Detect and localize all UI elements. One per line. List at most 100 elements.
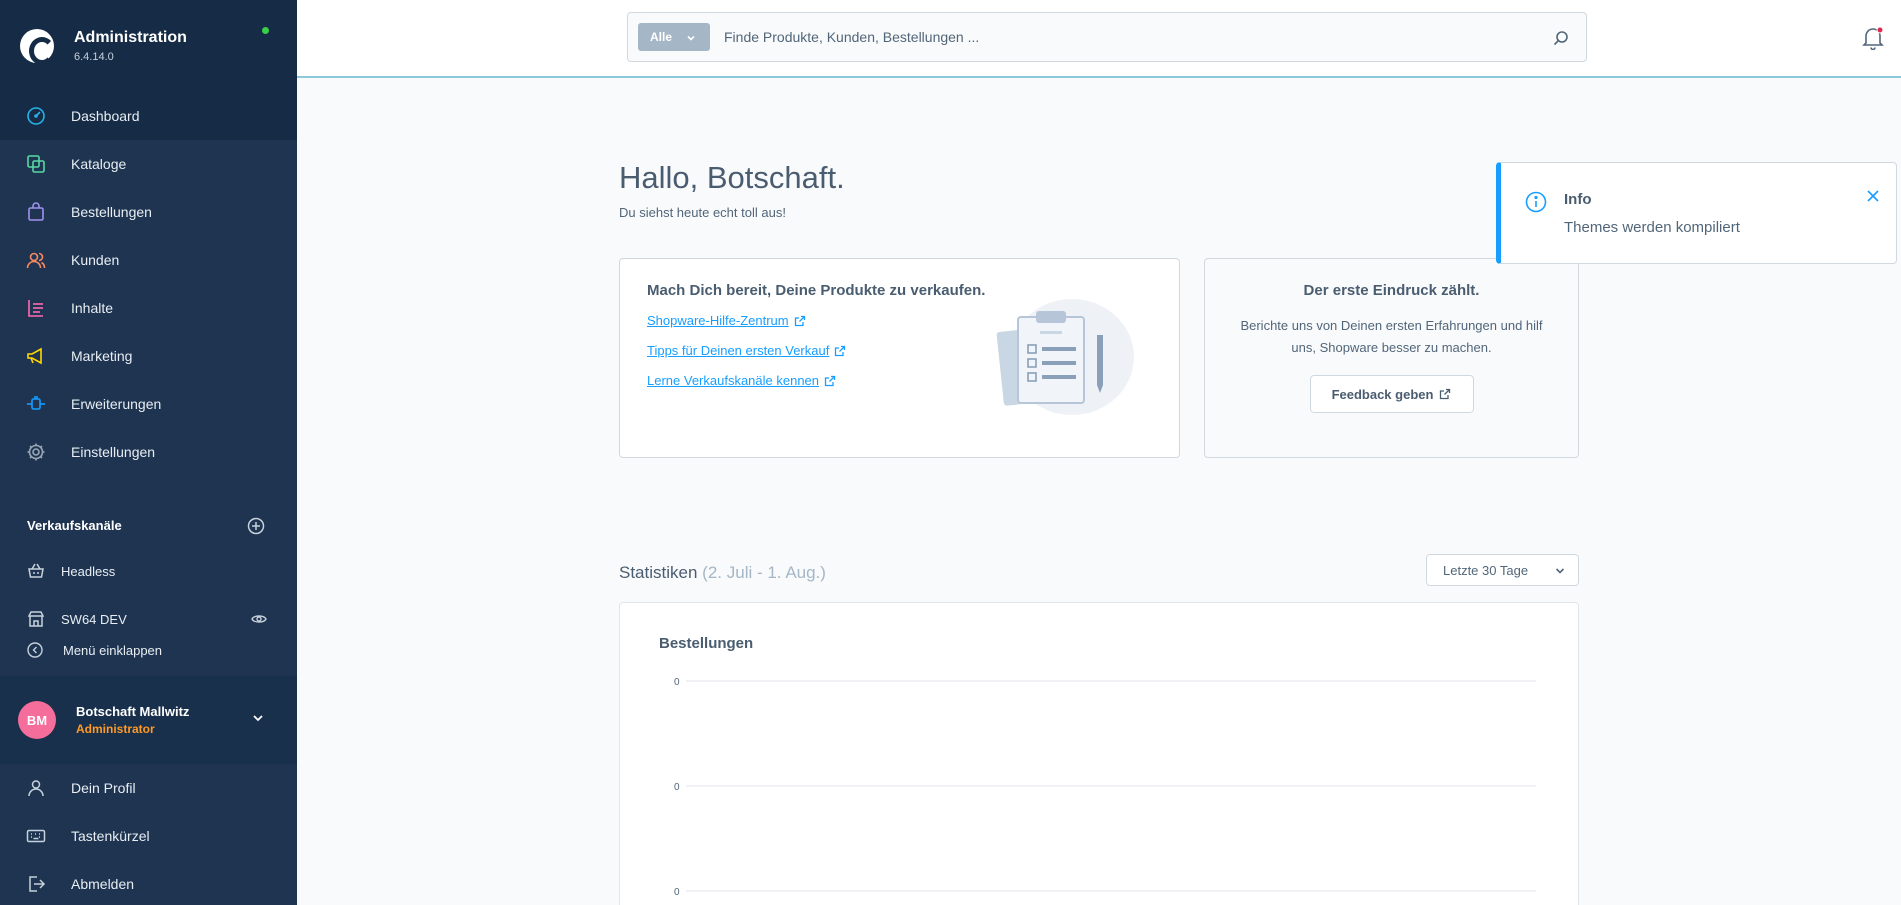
- sales-channels-heading: Verkaufskanäle: [27, 518, 122, 533]
- sidebar: Administration 6.4.14.0 Dashboard Katalo…: [0, 0, 297, 905]
- sidebar-item-label: Kunden: [71, 252, 120, 268]
- close-icon[interactable]: [1866, 189, 1880, 203]
- chart-y-tick-label: 0: [674, 677, 680, 688]
- sidebar-item-customers[interactable]: Kunden: [0, 236, 297, 284]
- basket-icon: [27, 562, 45, 580]
- date-range-value: Letzte 30 Tage: [1443, 562, 1529, 578]
- feedback-text: Berichte uns von Deinen ersten Erfahrung…: [1240, 318, 1543, 355]
- collapse-menu-label: Menü einklappen: [63, 642, 163, 658]
- logout-icon: [25, 873, 47, 895]
- settings-gear-icon: [25, 441, 47, 463]
- orders-bag-icon: [25, 201, 47, 223]
- sidebar-item-label: Dashboard: [71, 108, 140, 124]
- search-input[interactable]: [724, 29, 1524, 45]
- sidebar-item-label: Dein Profil: [71, 780, 136, 796]
- link-label: Shopware-Hilfe-Zentrum: [647, 313, 789, 328]
- sales-channel-label: Headless: [61, 563, 116, 579]
- search-icon[interactable]: [1552, 29, 1570, 47]
- sidebar-item-label: Abmelden: [71, 876, 135, 892]
- shopware-logo-icon[interactable]: [20, 29, 55, 65]
- notification-title: Info: [1564, 191, 1592, 208]
- add-sales-channel-icon[interactable]: [247, 517, 265, 535]
- sidebar-item-label: Einstellungen: [71, 444, 156, 460]
- sidebar-item-label: Tastenkürzel: [71, 828, 150, 844]
- sidebar-item-label: Marketing: [71, 348, 133, 364]
- user-name: Botschaft Mallwitz: [76, 704, 190, 719]
- sidebar-item-label: Bestellungen: [71, 204, 152, 220]
- sidebar-item-settings[interactable]: Einstellungen: [0, 428, 297, 476]
- sales-channel-headless[interactable]: Headless: [0, 551, 297, 591]
- orders-chart: 0 0 0: [674, 677, 1536, 898]
- feedback-title: Der erste Eindruck zählt.: [1303, 282, 1480, 299]
- page-subtitle: Du siehst heute echt toll aus!: [619, 205, 786, 220]
- feedback-card: Der erste Eindruck zählt. Berichte uns v…: [1204, 258, 1579, 458]
- statistics-heading: Statistiken (2. Juli - 1. Aug.): [619, 563, 826, 583]
- link-label: Tipps für Deinen ersten Verkauf: [647, 343, 830, 358]
- sidebar-item-extensions[interactable]: Erweiterungen: [0, 380, 297, 428]
- notification-message: Themes werden kompiliert: [1564, 219, 1740, 236]
- getting-started-card: Mach Dich bereit, Deine Produkte zu verk…: [619, 258, 1180, 458]
- extensions-plug-icon: [25, 393, 47, 415]
- sidebar-item-shortcuts[interactable]: Tastenkürzel: [0, 812, 297, 860]
- chevron-left-circle-icon: [27, 642, 43, 658]
- feedback-button-label: Feedback geben: [1331, 386, 1434, 402]
- storefront-icon: [27, 610, 45, 628]
- notification-bell-icon[interactable]: [1862, 26, 1884, 51]
- customers-icon: [25, 249, 47, 271]
- link-label: Lerne Verkaufskanäle kennen: [647, 373, 820, 388]
- external-link-icon: [824, 375, 836, 387]
- chevron-down-icon: [1554, 565, 1566, 577]
- page-title: Hallo, Botschaft.: [619, 160, 845, 195]
- orders-chart-title: Bestellungen: [659, 635, 754, 652]
- info-icon: [1525, 191, 1547, 213]
- sidebar-item-label: Erweiterungen: [71, 396, 162, 412]
- sidebar-item-dashboard[interactable]: Dashboard: [0, 92, 297, 140]
- sales-channels-link[interactable]: Lerne Verkaufskanäle kennen: [647, 373, 836, 388]
- user-role: Administrator: [76, 722, 155, 736]
- dashboard-icon: [25, 105, 47, 127]
- external-link-icon: [794, 315, 806, 327]
- sidebar-item-content[interactable]: Inhalte: [0, 284, 297, 332]
- app-version: 6.4.14.0: [74, 51, 114, 63]
- sidebar-item-marketing[interactable]: Marketing: [0, 332, 297, 380]
- content-icon: [25, 297, 47, 319]
- external-link-icon: [1439, 388, 1451, 400]
- external-link-icon: [834, 345, 846, 357]
- main-navigation: Dashboard Kataloge Bestellungen Kunden I…: [0, 92, 297, 476]
- sales-channel-sw64-dev[interactable]: SW64 DEV: [0, 599, 297, 639]
- sidebar-item-profile[interactable]: Dein Profil: [0, 764, 297, 812]
- marketing-megaphone-icon: [25, 345, 47, 367]
- keyboard-icon: [25, 825, 47, 847]
- sidebar-item-label: Kataloge: [71, 156, 127, 172]
- sales-channel-label: SW64 DEV: [61, 611, 127, 627]
- chevron-down-icon[interactable]: [251, 711, 265, 725]
- top-bar: Alle: [297, 0, 1901, 78]
- collapse-menu-button[interactable]: Menü einklappen: [0, 638, 297, 662]
- first-sale-tips-link[interactable]: Tipps für Deinen ersten Verkauf: [647, 343, 846, 358]
- online-status-dot: [262, 27, 269, 34]
- help-center-link[interactable]: Shopware-Hilfe-Zentrum: [647, 313, 806, 328]
- chart-y-tick-label: 0: [674, 782, 680, 793]
- user-menu[interactable]: BM Botschaft Mallwitz Administrator: [0, 676, 297, 764]
- info-notification: Info Themes werden kompiliert: [1496, 162, 1897, 264]
- statistics-date-range: (2. Juli - 1. Aug.): [702, 563, 826, 582]
- sidebar-item-catalog[interactable]: Kataloge: [0, 140, 297, 188]
- profile-icon: [25, 777, 47, 799]
- avatar: BM: [18, 701, 56, 739]
- sidebar-item-orders[interactable]: Bestellungen: [0, 188, 297, 236]
- catalog-icon: [25, 153, 47, 175]
- app-title: Administration: [74, 29, 187, 46]
- search-type-select[interactable]: Alle: [638, 23, 710, 51]
- sidebar-header: Administration 6.4.14.0: [0, 0, 297, 92]
- sidebar-item-logout[interactable]: Abmelden: [0, 860, 297, 905]
- chart-y-tick-label: 0: [674, 887, 680, 898]
- statistics-title: Statistiken: [619, 563, 698, 582]
- date-range-select[interactable]: Letzte 30 Tage: [1426, 554, 1579, 586]
- getting-started-title: Mach Dich bereit, Deine Produkte zu verk…: [647, 282, 986, 299]
- eye-icon[interactable]: [251, 611, 267, 627]
- global-search: Alle: [627, 12, 1587, 62]
- clipboard-illustration-icon: [990, 295, 1135, 420]
- sidebar-item-label: Inhalte: [71, 300, 114, 316]
- orders-statistics-card: Bestellungen 0 0 0: [619, 602, 1579, 905]
- feedback-button[interactable]: Feedback geben: [1309, 375, 1474, 413]
